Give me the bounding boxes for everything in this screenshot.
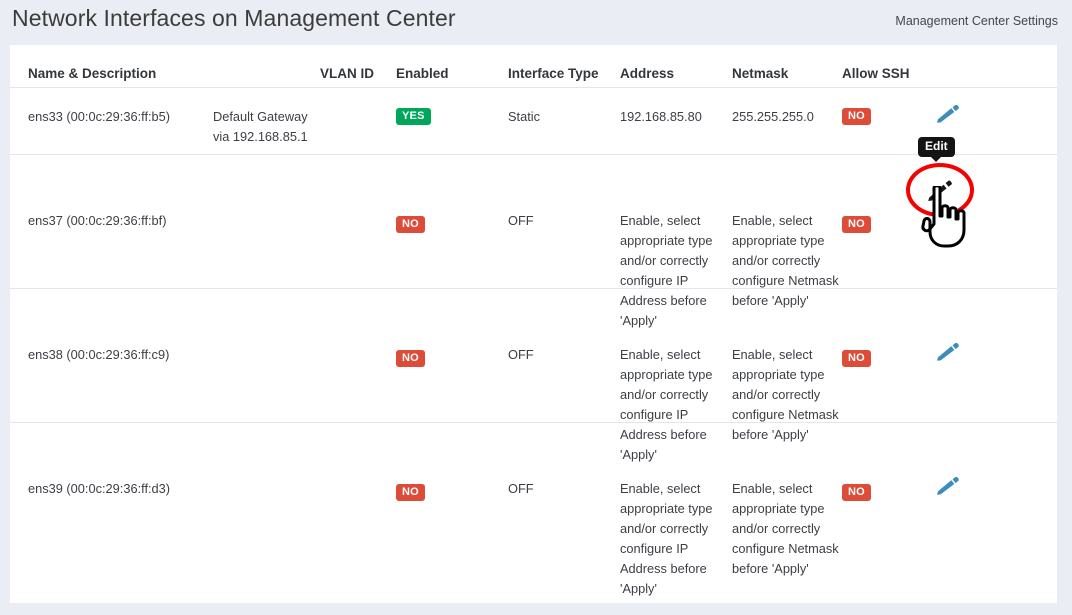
cell-enabled: NO <box>396 481 506 501</box>
cell-allow-ssh: NO <box>842 347 932 367</box>
table-row: ens38 (00:0c:29:36:ff:c9) NO OFF Enable,… <box>10 289 1057 423</box>
column-header-interface-type: Interface Type <box>508 66 618 81</box>
cell-name: ens37 (00:0c:29:36:ff:bf) <box>28 211 218 231</box>
status-badge-enabled: NO <box>396 350 425 367</box>
cell-name: ens39 (00:0c:29:36:ff:d3) <box>28 479 218 499</box>
cell-name: ens33 (00:0c:29:36:ff:b5) <box>28 107 218 127</box>
edit-pencil-icon[interactable] <box>935 473 961 499</box>
table-header-row: Name & Description VLAN ID Enabled Inter… <box>10 45 1057 88</box>
cell-enabled: YES <box>396 105 506 125</box>
status-badge-allow-ssh: NO <box>842 484 871 501</box>
status-badge-allow-ssh: NO <box>842 216 871 233</box>
cell-allow-ssh: NO <box>842 105 932 125</box>
interfaces-card: Name & Description VLAN ID Enabled Inter… <box>10 45 1057 603</box>
cell-netmask: Enable, select appropriate type and/or c… <box>732 479 840 579</box>
status-badge-enabled: NO <box>396 216 425 233</box>
column-header-name-description: Name & Description <box>28 66 218 81</box>
status-badge-allow-ssh: NO <box>842 108 871 125</box>
table-row: ens33 (00:0c:29:36:ff:b5) Default Gatewa… <box>10 88 1057 155</box>
edit-pencil-icon[interactable] <box>935 101 961 127</box>
column-header-netmask: Netmask <box>732 66 840 81</box>
cell-interface-type: OFF <box>508 479 618 499</box>
column-header-enabled: Enabled <box>396 66 506 81</box>
cell-description: Default Gateway via 192.168.85.1 <box>213 107 323 147</box>
cell-address: 192.168.85.80 <box>620 107 728 127</box>
page-header: Network Interfaces on Management Center … <box>0 0 1072 45</box>
status-badge-enabled: YES <box>396 108 431 125</box>
cell-allow-ssh: NO <box>842 213 932 233</box>
column-header-allow-ssh: Allow SSH <box>842 66 932 81</box>
cell-interface-type: Static <box>508 107 618 127</box>
status-badge-allow-ssh: NO <box>842 350 871 367</box>
table-row: ens39 (00:0c:29:36:ff:d3) NO OFF Enable,… <box>10 423 1057 557</box>
cell-address: Enable, select appropriate type and/or c… <box>620 479 728 599</box>
cell-netmask: 255.255.255.0 <box>732 107 840 127</box>
page-title: Network Interfaces on Management Center <box>12 5 456 32</box>
cell-interface-type: OFF <box>508 345 618 365</box>
cell-name: ens38 (00:0c:29:36:ff:c9) <box>28 345 218 365</box>
table-row: ens37 (00:0c:29:36:ff:bf) NO OFF Enable,… <box>10 155 1057 289</box>
cell-allow-ssh: NO <box>842 481 932 501</box>
management-center-settings-link[interactable]: Management Center Settings <box>895 14 1058 28</box>
column-header-address: Address <box>620 66 728 81</box>
edit-pencil-icon[interactable] <box>935 339 961 365</box>
status-badge-enabled: NO <box>396 484 425 501</box>
cell-interface-type: OFF <box>508 211 618 231</box>
cell-enabled: NO <box>396 347 506 367</box>
column-header-vlan-id: VLAN ID <box>320 66 395 81</box>
cell-enabled: NO <box>396 213 506 233</box>
